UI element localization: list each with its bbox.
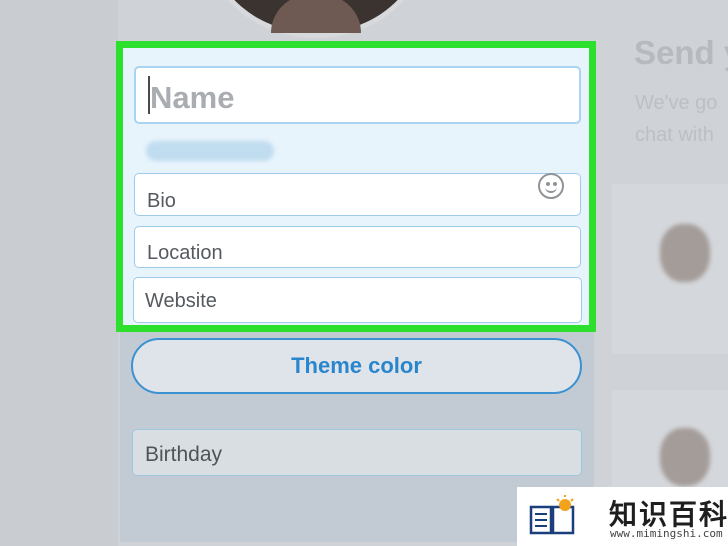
card-avatar: [660, 224, 710, 282]
location-placeholder: Location: [147, 242, 223, 264]
brand-book-icon: [529, 495, 575, 535]
website-placeholder: Website: [145, 290, 217, 312]
watermark-badge: 知识百科 www.mimingshi.com: [517, 487, 728, 546]
theme-color-button[interactable]: Theme color: [131, 338, 582, 394]
name-input[interactable]: Name: [134, 66, 581, 124]
emoji-icon[interactable]: [538, 173, 564, 199]
suggestion-card[interactable]: [612, 184, 728, 354]
location-input[interactable]: Location: [134, 226, 581, 268]
side-panel-text-line2: chat with: [635, 124, 714, 146]
side-panel-title: Send y: [634, 34, 728, 71]
left-background: [0, 0, 118, 546]
emoji-mouth: [545, 185, 557, 193]
username-handle: [146, 141, 274, 161]
watermark-url: www.mimingshi.com: [610, 527, 723, 540]
birthday-field[interactable]: Birthday: [132, 429, 582, 476]
card-avatar: [660, 428, 710, 486]
website-input[interactable]: Website: [133, 277, 582, 323]
profile-avatar[interactable]: [206, 0, 426, 38]
name-placeholder: Name: [150, 80, 235, 115]
birthday-label: Birthday: [145, 443, 223, 466]
bio-input[interactable]: Bio: [134, 173, 581, 216]
side-panel-text-line1: We've go: [635, 92, 718, 114]
avatar-face: [271, 0, 361, 33]
bio-placeholder: Bio: [147, 190, 176, 212]
